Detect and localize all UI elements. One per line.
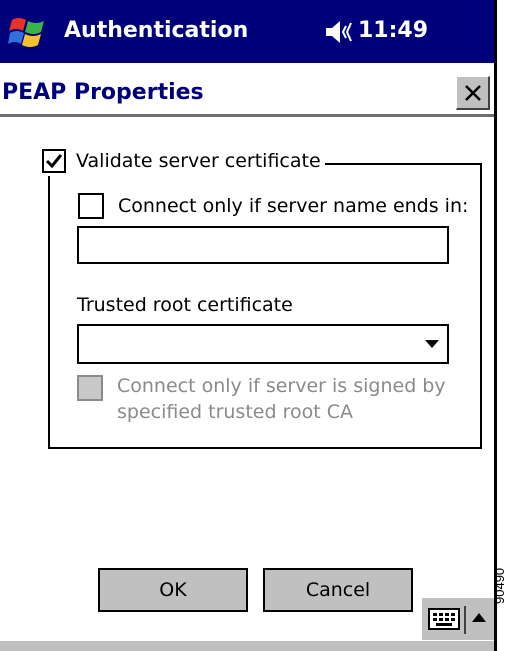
figure-id: 90490 — [492, 567, 507, 604]
speaker-icon[interactable] — [324, 18, 354, 46]
connect-server-name-label: Connect only if server name ends in: — [118, 195, 469, 217]
trusted-root-dropdown[interactable] — [77, 324, 449, 364]
validate-server-certificate-row[interactable]: Validate server certificate — [42, 146, 325, 176]
signed-by-root-checkbox — [77, 375, 103, 401]
dialog-title: PEAP Properties — [2, 80, 204, 105]
windows-flag-icon[interactable] — [8, 12, 48, 52]
navigation-bar: Authentication 11:49 — [0, 0, 494, 63]
connect-server-name-row[interactable]: Connect only if server name ends in: — [78, 193, 468, 219]
pocketpc-screen: Authentication 11:49 PEAP Properties Val… — [0, 0, 497, 651]
signed-label-line1: Connect only if server is signed by — [117, 375, 446, 397]
validate-checkbox[interactable] — [42, 149, 66, 173]
up-arrow-icon[interactable] — [472, 612, 486, 622]
trusted-root-label: Trusted root certificate — [77, 294, 293, 316]
cancel-button[interactable]: Cancel — [263, 568, 413, 612]
dropdown-arrow-icon — [425, 340, 439, 348]
validate-label: Validate server certificate — [76, 150, 321, 172]
signed-by-root-label: Connect only if server is signed by spec… — [117, 373, 487, 425]
ok-button[interactable]: OK — [98, 568, 248, 612]
app-title: Authentication — [64, 18, 249, 43]
close-icon — [465, 85, 481, 101]
dialog-title-bar: PEAP Properties — [0, 71, 494, 117]
checkmark-icon — [45, 154, 63, 169]
clock[interactable]: 11:49 — [358, 18, 428, 43]
input-panel-separator — [464, 606, 466, 634]
taskbar — [0, 641, 494, 651]
input-panel-button[interactable] — [420, 596, 494, 640]
server-name-input[interactable] — [77, 226, 449, 264]
keyboard-icon — [428, 608, 460, 630]
connect-server-name-checkbox[interactable] — [78, 193, 104, 219]
close-button[interactable] — [456, 76, 490, 110]
signed-label-line2: specified trusted root CA — [117, 401, 353, 423]
